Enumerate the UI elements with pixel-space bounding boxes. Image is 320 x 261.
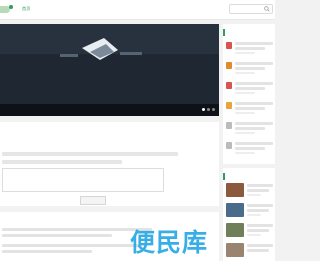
- top-header: 首页: [0, 0, 275, 20]
- recommended-item[interactable]: [226, 203, 274, 221]
- recommended-text-line: [247, 229, 269, 232]
- nav-item-home[interactable]: 首页: [20, 5, 32, 13]
- rank-badge-icon: [226, 42, 232, 49]
- hot-list-text-line: [235, 152, 255, 154]
- recommended-thumbnail[interactable]: [226, 243, 244, 257]
- rank-badge-icon: [226, 142, 232, 149]
- hot-list-text-line: [235, 67, 265, 70]
- recommended-text-line: [247, 249, 269, 252]
- hot-list-text-line: [235, 72, 255, 74]
- recommended-text-line: [247, 189, 269, 192]
- banner-dot[interactable]: [202, 108, 205, 111]
- recommended-date-line: [247, 234, 261, 236]
- hot-list-text-line: [235, 62, 273, 65]
- hot-list-text-line: [235, 112, 255, 114]
- hot-list-text-line: [235, 132, 255, 134]
- hot-list-item[interactable]: [226, 41, 274, 58]
- banner-dot[interactable]: [207, 108, 210, 111]
- rank-badge-icon: [226, 102, 232, 109]
- nav-item-4[interactable]: [55, 5, 59, 13]
- form-text-line: [2, 152, 178, 156]
- recommended-thumbnail[interactable]: [226, 203, 244, 217]
- nav-item-3[interactable]: [46, 5, 50, 13]
- recommended-date-line: [247, 214, 261, 216]
- rank-badge-icon: [226, 122, 232, 129]
- recommended-text-line: [247, 184, 273, 187]
- banner-illustration: [0, 24, 219, 116]
- hot-list-text-line: [235, 82, 273, 85]
- submit-button[interactable]: [80, 196, 106, 205]
- hot-list-text-line: [235, 127, 265, 130]
- comment-textarea[interactable]: [2, 168, 164, 192]
- section-accent-bar: [223, 29, 225, 36]
- comment-form-panel: [0, 122, 219, 206]
- recommended-panel: [223, 168, 275, 261]
- rank-badge-icon: [226, 62, 232, 69]
- hot-list-item[interactable]: [226, 101, 274, 118]
- article-text-line[interactable]: [2, 244, 142, 247]
- recommended-thumbnail[interactable]: [226, 183, 244, 197]
- hot-list-text-line: [235, 87, 265, 90]
- banner-pager: [202, 108, 215, 111]
- recommended-text-line: [247, 204, 273, 207]
- search-box[interactable]: [229, 4, 273, 14]
- hot-list-item[interactable]: [226, 61, 274, 78]
- hero-banner[interactable]: [0, 24, 219, 116]
- recommended-text-line: [247, 224, 273, 227]
- hot-list-item[interactable]: [226, 81, 274, 98]
- recommended-item[interactable]: [226, 183, 274, 201]
- recommended-item[interactable]: [226, 243, 274, 261]
- hot-list-text-line: [235, 142, 273, 145]
- search-icon[interactable]: [264, 6, 270, 12]
- article-text-line: [2, 250, 92, 253]
- banner-caption-bar: [0, 104, 219, 116]
- hot-list-text-line: [235, 42, 273, 45]
- hot-list-text-line: [235, 107, 265, 110]
- recommended-text-line: [247, 209, 269, 212]
- hot-list-item[interactable]: [226, 141, 274, 158]
- hot-list-text-line: [235, 47, 265, 50]
- recommended-date-line: [247, 194, 261, 196]
- hot-list-item[interactable]: [226, 121, 274, 138]
- main-nav: 首页: [20, 5, 59, 13]
- hot-list-panel: [223, 24, 275, 164]
- recommended-item[interactable]: [226, 223, 274, 241]
- watermark-text: 便民库: [130, 228, 209, 257]
- hot-list-text-line: [235, 147, 265, 150]
- form-text-line: [2, 160, 122, 164]
- nav-item-2[interactable]: [37, 5, 41, 13]
- section-accent-bar: [223, 173, 225, 180]
- recommended-text-line: [247, 244, 273, 247]
- recommended-thumbnail[interactable]: [226, 223, 244, 237]
- hot-list-text-line: [235, 102, 273, 105]
- hot-list-text-line: [235, 122, 273, 125]
- site-logo[interactable]: [0, 3, 14, 15]
- logo-dot: [9, 5, 13, 9]
- rank-badge-icon: [226, 82, 232, 89]
- banner-dot[interactable]: [212, 108, 215, 111]
- article-text-line: [2, 234, 112, 237]
- hot-list-text-line: [235, 92, 255, 94]
- hot-list-text-line: [235, 52, 255, 54]
